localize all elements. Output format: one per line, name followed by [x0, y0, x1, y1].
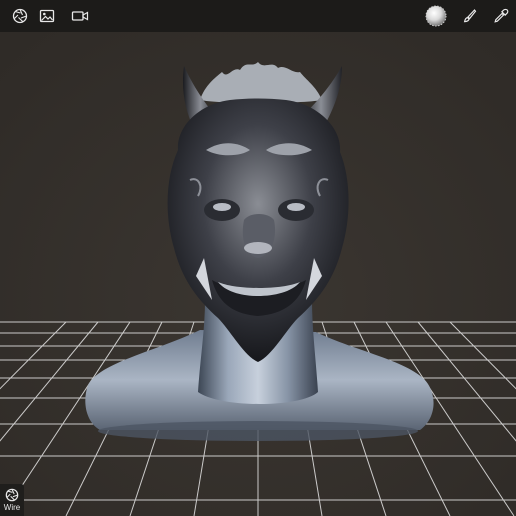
aperture-icon [5, 488, 19, 502]
wire-toggle-button[interactable]: Wire [0, 484, 24, 516]
mask-eye-highlight-right [287, 203, 305, 211]
image-icon[interactable] [35, 4, 59, 28]
mask-nose-highlight [244, 242, 272, 254]
top-toolbar [0, 0, 516, 32]
3d-viewport[interactable] [0, 32, 516, 516]
brush-icon[interactable] [457, 4, 481, 28]
wire-toggle-label: Wire [3, 503, 21, 512]
mask-eye-highlight-left [213, 203, 231, 211]
material-sphere-icon[interactable] [424, 4, 448, 28]
video-camera-icon[interactable] [68, 4, 92, 28]
bust-base [98, 421, 418, 441]
aperture-icon[interactable] [8, 4, 32, 28]
eyedropper-icon[interactable] [489, 4, 513, 28]
